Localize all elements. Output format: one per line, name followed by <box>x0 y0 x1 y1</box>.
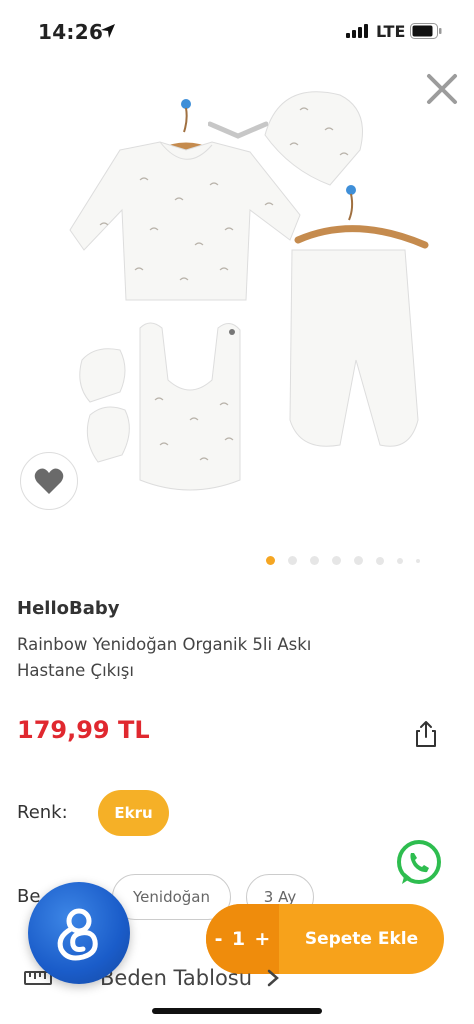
image-pagination-dots <box>266 556 420 565</box>
size-table-label: Beden Tablosu <box>100 966 253 990</box>
chevron-right-icon <box>267 969 279 987</box>
whatsapp-icon[interactable] <box>394 838 444 888</box>
app-logo-icon <box>57 908 98 961</box>
quantity-stepper: - 1 + <box>206 904 279 974</box>
decrement-button[interactable]: - <box>215 928 223 950</box>
battery-icon <box>410 23 442 39</box>
chevron-down-icon[interactable] <box>208 120 268 140</box>
pagination-dot[interactable] <box>416 558 420 563</box>
network-type: LTE <box>376 22 406 41</box>
location-arrow-icon <box>101 24 115 38</box>
quantity-value: 1 <box>231 928 246 950</box>
home-indicator[interactable] <box>152 1008 322 1014</box>
share-icon[interactable] <box>412 720 440 748</box>
cellular-signal-icon <box>346 24 368 38</box>
color-label: Renk: <box>17 802 68 823</box>
status-bar: 14:26 LTE <box>0 0 474 60</box>
heart-icon <box>34 468 64 494</box>
floating-assistant-logo-button[interactable] <box>28 882 130 984</box>
favorite-button[interactable] <box>20 452 78 510</box>
pagination-dot[interactable] <box>354 556 363 565</box>
pagination-dot[interactable] <box>397 557 403 564</box>
product-brand[interactable]: HelloBaby <box>17 598 119 619</box>
pagination-dot[interactable] <box>376 556 384 565</box>
product-price: 179,99 TL <box>17 716 150 744</box>
product-title: Rainbow Yenidoğan Organik 5li Askı Hasta… <box>17 635 312 680</box>
close-icon[interactable] <box>425 72 459 106</box>
pagination-dot[interactable] <box>332 556 341 565</box>
add-to-cart-button[interactable]: Sepete Ekle <box>279 904 444 974</box>
add-to-cart-bar: - 1 + Sepete Ekle <box>206 904 444 974</box>
pagination-dot[interactable] <box>288 556 297 565</box>
size-option-yenidogan[interactable]: Yenidoğan <box>112 874 231 920</box>
color-option-ekru[interactable]: Ekru <box>98 790 169 836</box>
pagination-dot[interactable] <box>310 556 319 565</box>
pagination-dot-active[interactable] <box>266 556 275 565</box>
increment-button[interactable]: + <box>254 928 270 950</box>
status-time: 14:26 <box>38 20 104 44</box>
